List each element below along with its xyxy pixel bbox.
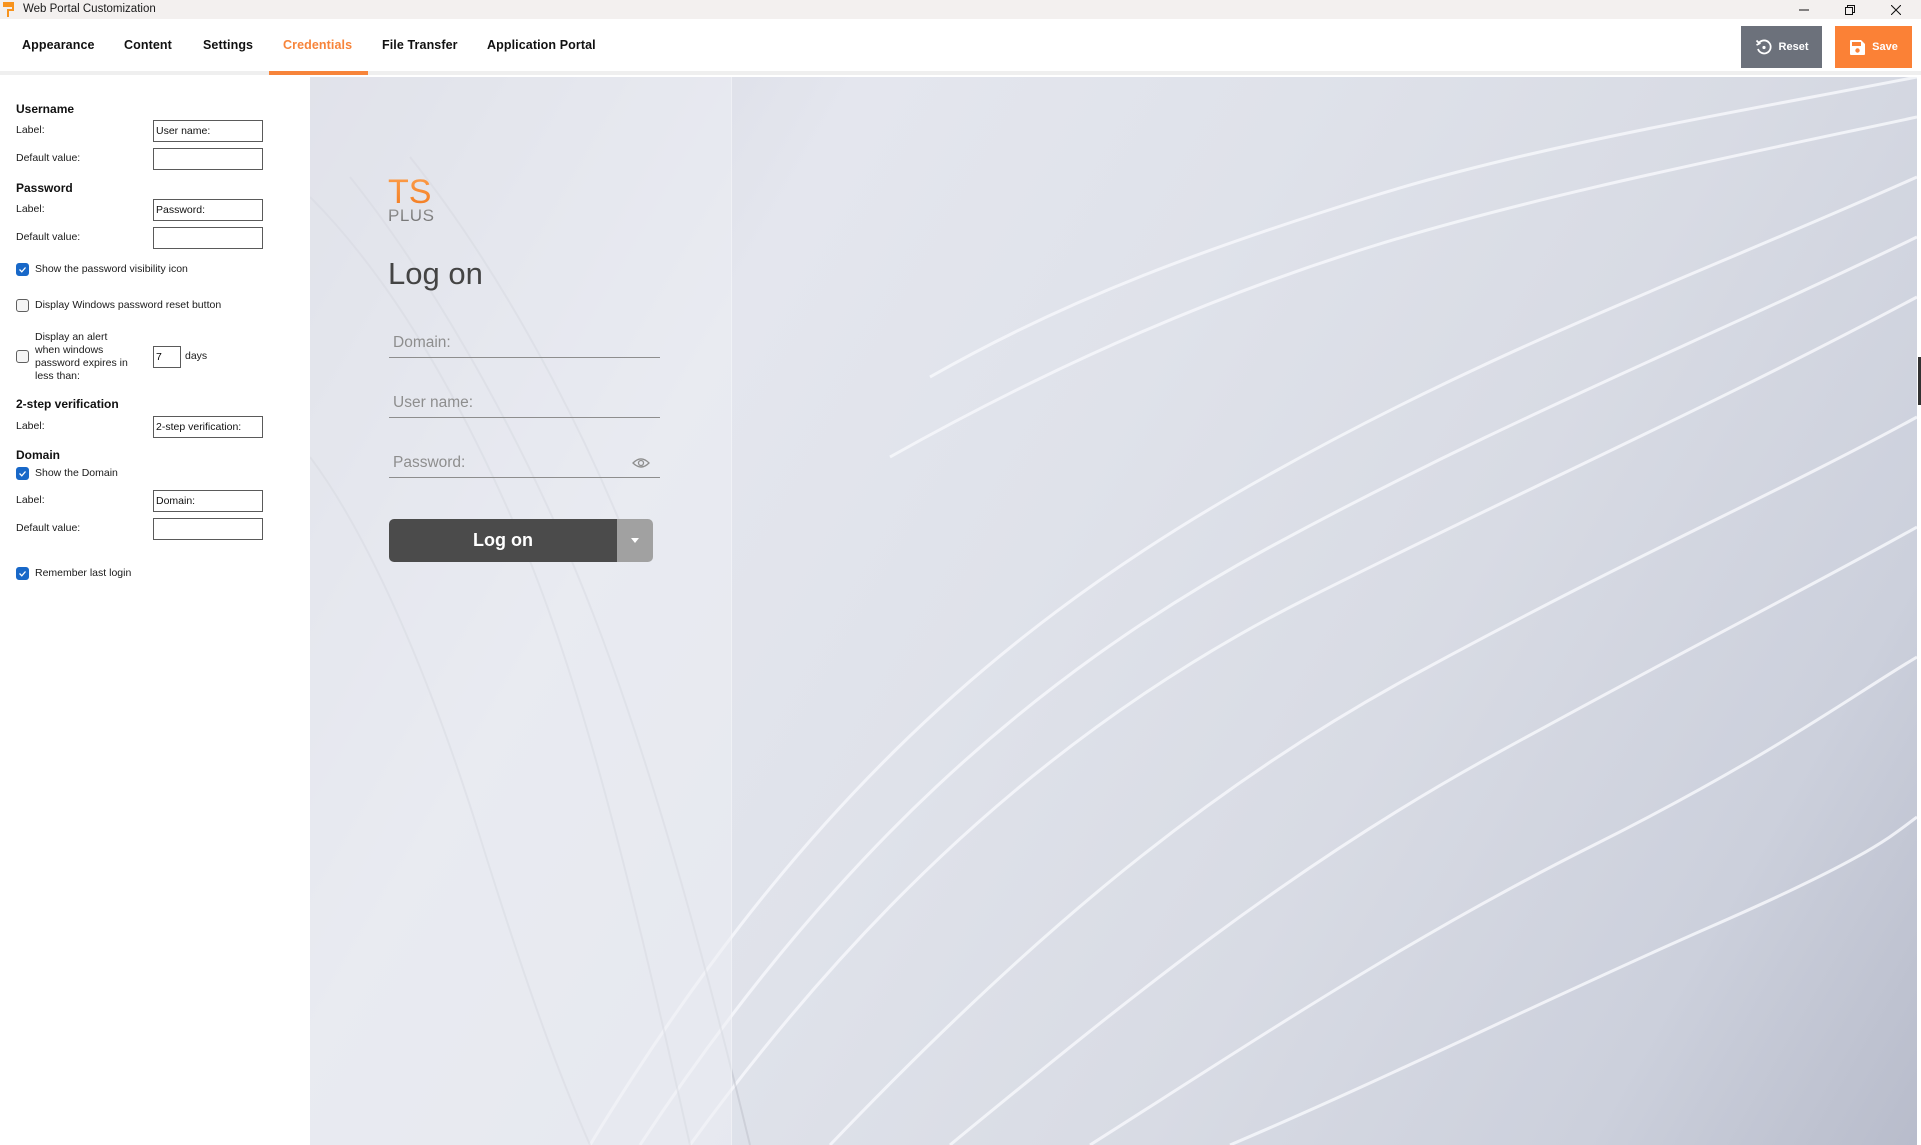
close-button[interactable] (1873, 0, 1919, 19)
expiry-alert-label-line1: Display an alert (35, 331, 108, 343)
restore-icon (1845, 4, 1855, 15)
domain-label-input[interactable] (153, 490, 263, 512)
svg-text:PLUS: PLUS (388, 206, 434, 223)
login-form-panel (310, 77, 732, 1145)
password-field[interactable] (389, 448, 660, 478)
login-page-preview: TS PLUS Log on Log on (310, 77, 1917, 1145)
minimize-icon (1799, 9, 1809, 10)
tsplus-logo: TS PLUS (388, 175, 434, 223)
expiry-alert-label-line3: password expires in (35, 357, 128, 369)
logon-heading: Log on (388, 256, 483, 291)
caret-down-icon (631, 538, 639, 543)
username-input[interactable] (393, 394, 623, 412)
tab-application-portal[interactable]: Application Portal (487, 38, 596, 52)
password-input[interactable] (393, 454, 623, 472)
checkmark-icon (19, 267, 26, 273)
reset-button[interactable]: Reset (1741, 26, 1822, 68)
eye-icon[interactable] (632, 457, 650, 469)
close-icon (1891, 4, 1901, 15)
logon-dropdown-button[interactable] (617, 519, 653, 562)
minimize-button[interactable] (1781, 0, 1827, 19)
expiry-days-input[interactable] (153, 346, 181, 368)
logon-button[interactable]: Log on (389, 519, 617, 562)
save-label: Save (1872, 41, 1898, 53)
checkmark-icon (19, 571, 26, 577)
reset-label: Reset (1778, 41, 1809, 53)
username-heading: Username (16, 102, 75, 116)
show-visibility-icon-label: Show the password visibility icon (35, 263, 188, 275)
expiry-alert-label-line4: less than: (35, 370, 80, 382)
domain-default-input[interactable] (153, 518, 263, 540)
tab-settings[interactable]: Settings (203, 38, 253, 52)
username-default-caption: Default value: (16, 152, 81, 164)
window-title: Web Portal Customization (23, 3, 156, 15)
password-label-caption: Label: (16, 203, 45, 215)
username-label-caption: Label: (16, 124, 45, 136)
two-step-label-input[interactable] (153, 416, 263, 438)
title-bar: Web Portal Customization (0, 0, 1921, 19)
save-button[interactable]: Save (1835, 26, 1912, 68)
tab-credentials[interactable]: Credentials (283, 38, 352, 52)
domain-label-caption: Label: (16, 494, 45, 506)
domain-heading: Domain (16, 448, 61, 462)
domain-field[interactable] (389, 328, 660, 358)
restore-button[interactable] (1827, 0, 1873, 19)
show-domain-checkbox[interactable] (16, 467, 29, 480)
remember-last-login-label: Remember last login (35, 567, 132, 579)
password-default-caption: Default value: (16, 231, 81, 243)
expiry-alert-checkbox[interactable] (16, 350, 29, 363)
tab-appearance[interactable]: Appearance (22, 38, 95, 52)
password-heading: Password (16, 181, 73, 195)
username-label-input[interactable] (153, 120, 263, 142)
tab-content[interactable]: Content (124, 38, 172, 52)
checkmark-icon (19, 471, 26, 477)
password-label-input[interactable] (153, 199, 263, 221)
expiry-alert-label-line2: when windows (35, 344, 104, 356)
days-unit-label: days (185, 350, 208, 362)
tab-file-transfer[interactable]: File Transfer (382, 38, 458, 52)
username-field[interactable] (389, 388, 660, 418)
username-default-input[interactable] (153, 148, 263, 170)
two-step-label-caption: Label: (16, 420, 45, 432)
paint-roller-icon (3, 2, 14, 17)
windows-reset-button-checkbox[interactable] (16, 299, 29, 312)
undo-icon (1755, 39, 1772, 55)
domain-default-caption: Default value: (16, 522, 81, 534)
windows-reset-button-label: Display Windows password reset button (35, 299, 222, 311)
show-visibility-icon-checkbox[interactable] (16, 263, 29, 276)
show-domain-label: Show the Domain (35, 467, 118, 479)
password-default-input[interactable] (153, 227, 263, 249)
domain-input[interactable] (393, 334, 623, 352)
floppy-disk-icon (1850, 39, 1866, 55)
two-step-heading: 2-step verification (16, 397, 119, 411)
remember-last-login-checkbox[interactable] (16, 567, 29, 580)
